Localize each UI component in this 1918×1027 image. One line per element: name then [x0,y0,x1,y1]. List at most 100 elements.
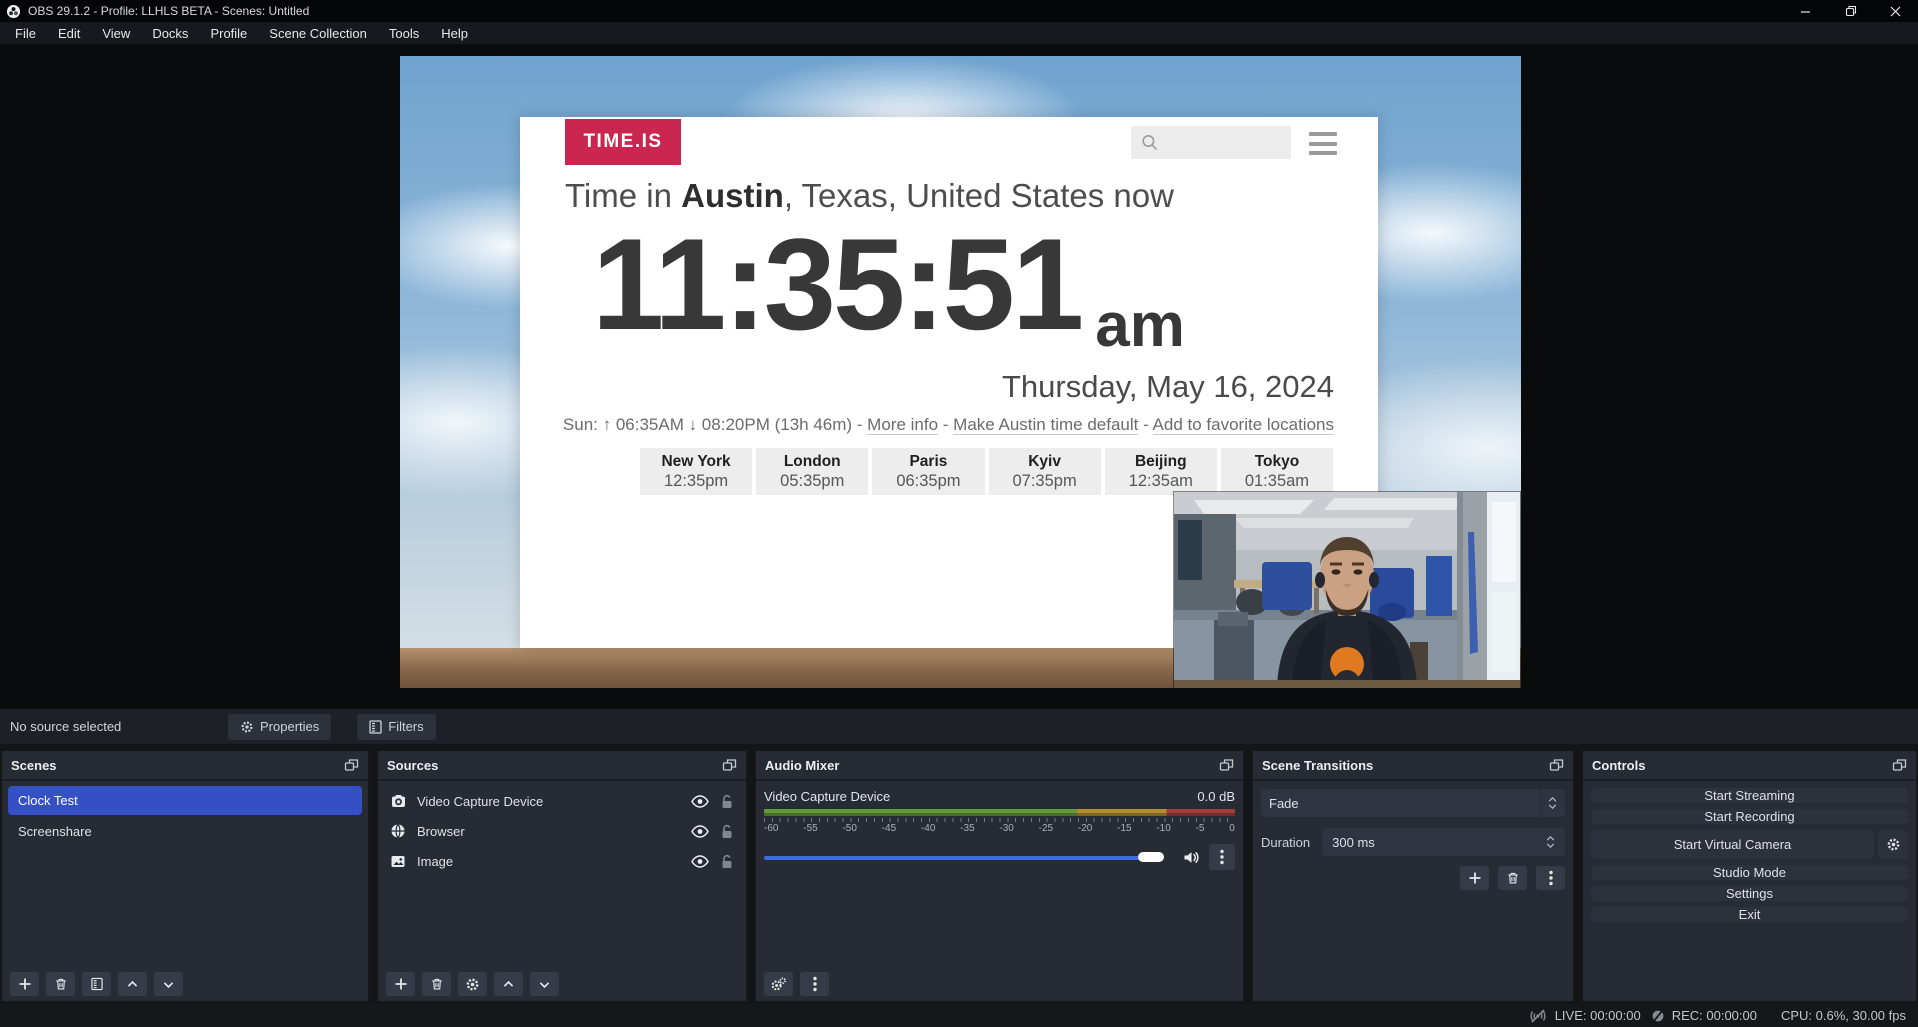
scene-filters-button[interactable] [82,972,111,996]
city-card[interactable]: Tokyo01:35am [1221,448,1333,495]
volume-slider-handle[interactable] [1138,852,1164,862]
program-canvas[interactable]: TIME.IS Time in Austin, Texas, United St… [400,56,1521,688]
menu-profile[interactable]: Profile [199,22,258,45]
mixer-channel-menu-button[interactable] [1209,844,1235,870]
scenes-title: Scenes [11,758,57,773]
duration-spinbox[interactable]: 300 ms [1322,828,1565,856]
hamburger-menu-icon[interactable] [1309,132,1337,155]
timeis-logo[interactable]: TIME.IS [565,119,681,165]
search-input[interactable] [1131,126,1291,159]
kebab-menu-icon [1549,870,1553,886]
visibility-eye-icon[interactable] [691,825,709,838]
close-button[interactable] [1873,0,1918,22]
add-favorite-link[interactable]: Add to favorite locations [1153,415,1334,435]
make-default-link[interactable]: Make Austin time default [953,415,1138,435]
meter-ruler [764,818,1235,822]
volume-slider[interactable] [764,851,1174,863]
search-icon [1140,133,1160,153]
remove-source-button[interactable] [422,972,451,996]
menu-tools[interactable]: Tools [378,22,430,45]
menu-view[interactable]: View [91,22,141,45]
transition-menu-button[interactable] [1536,866,1565,890]
minimize-button[interactable] [1783,0,1828,22]
menu-edit[interactable]: Edit [47,22,91,45]
advanced-audio-button[interactable] [764,972,793,996]
restore-button[interactable] [1828,0,1873,22]
source-item-browser[interactable]: Browser [384,816,740,846]
lock-icon[interactable] [720,854,734,869]
source-properties-button[interactable] [458,972,487,996]
source-move-up-button[interactable] [494,972,523,996]
menu-help[interactable]: Help [430,22,479,45]
menu-scene-collection[interactable]: Scene Collection [258,22,378,45]
controls-panel: Controls Start Streaming Start Recording… [1582,750,1917,1002]
mixer-channel-name: Video Capture Device [764,789,890,804]
source-item-video-capture[interactable]: Video Capture Device [384,786,740,816]
transition-select[interactable]: Fade [1261,789,1565,817]
duration-label: Duration [1261,835,1310,850]
plus-icon [1468,871,1482,885]
remove-scene-button[interactable] [46,972,75,996]
scene-move-down-button[interactable] [154,972,183,996]
city-card[interactable]: New York12:35pm [640,448,752,495]
webcam-video-source[interactable] [1174,492,1520,688]
chevron-down-icon [538,978,551,991]
mixer-menu-button[interactable] [800,972,829,996]
city-card[interactable]: London05:35pm [756,448,868,495]
start-recording-button[interactable]: Start Recording [1591,809,1908,824]
popout-icon[interactable] [1219,758,1234,772]
obs-logo-icon [6,4,21,19]
mixer-channel-level: 0.0 dB [1197,789,1235,804]
start-virtual-camera-button[interactable]: Start Virtual Camera [1591,830,1874,859]
source-item-image[interactable]: Image [384,846,740,876]
popout-icon[interactable] [1549,758,1564,772]
current-date: Thursday, May 16, 2024 [1002,369,1334,405]
clock-ampm: am [1095,295,1185,367]
image-icon [390,854,406,869]
record-inactive-icon [1651,1009,1665,1023]
exit-button[interactable]: Exit [1591,907,1908,922]
popout-icon[interactable] [722,758,737,772]
gear-icon [465,977,480,992]
scene-move-up-button[interactable] [118,972,147,996]
city-card[interactable]: Paris06:35pm [872,448,984,495]
status-bar: LIVE: 00:00:00 REC: 00:00:00 CPU: 0.6%, … [0,1004,1918,1027]
lock-icon[interactable] [720,824,734,839]
visibility-eye-icon[interactable] [691,795,709,808]
popout-icon[interactable] [1892,758,1907,772]
volume-meter [764,809,1235,816]
live-status: LIVE: 00:00:00 [1528,1008,1641,1023]
close-icon [1890,6,1901,17]
studio-mode-button[interactable]: Studio Mode [1591,865,1908,880]
kebab-menu-icon [1220,849,1224,865]
remove-transition-button[interactable] [1498,866,1527,890]
clock-display: 11:35:51 am [592,201,1185,367]
virtual-camera-settings-button[interactable] [1878,830,1908,859]
popout-icon[interactable] [344,758,359,772]
filters-icon [369,720,382,734]
city-card[interactable]: Kyiv07:35pm [989,448,1101,495]
speaker-icon[interactable] [1183,850,1200,865]
scene-item-screenshare[interactable]: Screenshare [8,817,362,846]
spinbox-arrows-icon[interactable] [1546,836,1555,848]
chevron-down-icon [162,978,175,991]
menu-docks[interactable]: Docks [141,22,199,45]
title-bar: OBS 29.1.2 - Profile: LLHLS BETA - Scene… [0,0,1918,22]
start-streaming-button[interactable]: Start Streaming [1591,788,1908,803]
trash-icon [430,977,444,991]
settings-button[interactable]: Settings [1591,886,1908,901]
source-move-down-button[interactable] [530,972,559,996]
menu-file[interactable]: File [4,22,47,45]
scene-transitions-title: Scene Transitions [1262,758,1373,773]
visibility-eye-icon[interactable] [691,855,709,868]
city-card[interactable]: Beijing12:35am [1105,448,1217,495]
properties-button[interactable]: Properties [228,714,331,740]
add-transition-button[interactable] [1460,866,1489,890]
scene-item-clock-test[interactable]: Clock Test [8,786,362,815]
filters-button[interactable]: Filters [357,714,435,740]
lock-icon[interactable] [720,794,734,809]
more-info-link[interactable]: More info [867,415,938,435]
add-scene-button[interactable] [10,972,39,996]
add-source-button[interactable] [386,972,415,996]
window-title: OBS 29.1.2 - Profile: LLHLS BETA - Scene… [28,4,309,18]
